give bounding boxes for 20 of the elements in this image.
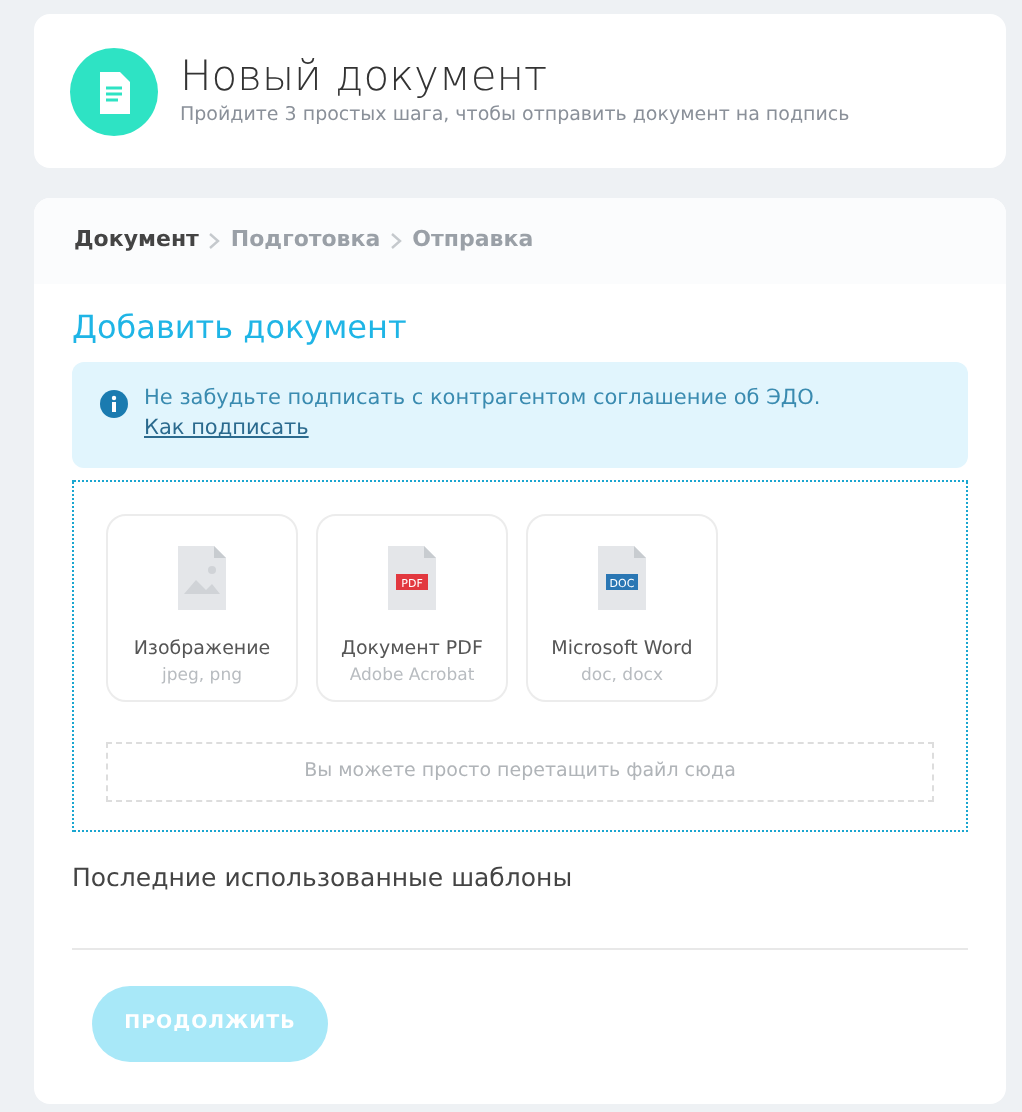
page-subtitle: Пройдите 3 простых шага, чтобы отправить документ на подпись (180, 101, 850, 130)
chevron-icon (390, 231, 403, 250)
file-type-title: Изображение (133, 636, 271, 665)
how-to-sign-link[interactable]: Как подписать (144, 416, 309, 441)
file-formats: Adobe Acrobat (349, 664, 475, 691)
file-type-title: Документ PDF (341, 636, 483, 665)
chevron-icon (208, 231, 221, 250)
image-file-icon (178, 546, 226, 611)
file-formats: jpeg, png (162, 664, 242, 691)
file-type-title: Microsoft Word (551, 636, 693, 665)
file-formats: doc, docx (581, 664, 663, 691)
section-title: Добавить документ (72, 307, 409, 346)
document-icon (70, 47, 158, 135)
page-title: Новый документ (180, 51, 550, 102)
alert-text: Не забудьте подписать с контрагентом соглашение об ЭДО. Как подписать (144, 383, 823, 445)
step-tab[interactable]: Документ (74, 224, 199, 257)
drop-hint: Вы можете просто перетащить файл сюда (106, 742, 934, 803)
info-icon (100, 389, 128, 418)
templates-title: Последние использованные шаблоны (72, 860, 968, 950)
file-type-tile[interactable]: Изображение jpeg, png (106, 514, 298, 703)
